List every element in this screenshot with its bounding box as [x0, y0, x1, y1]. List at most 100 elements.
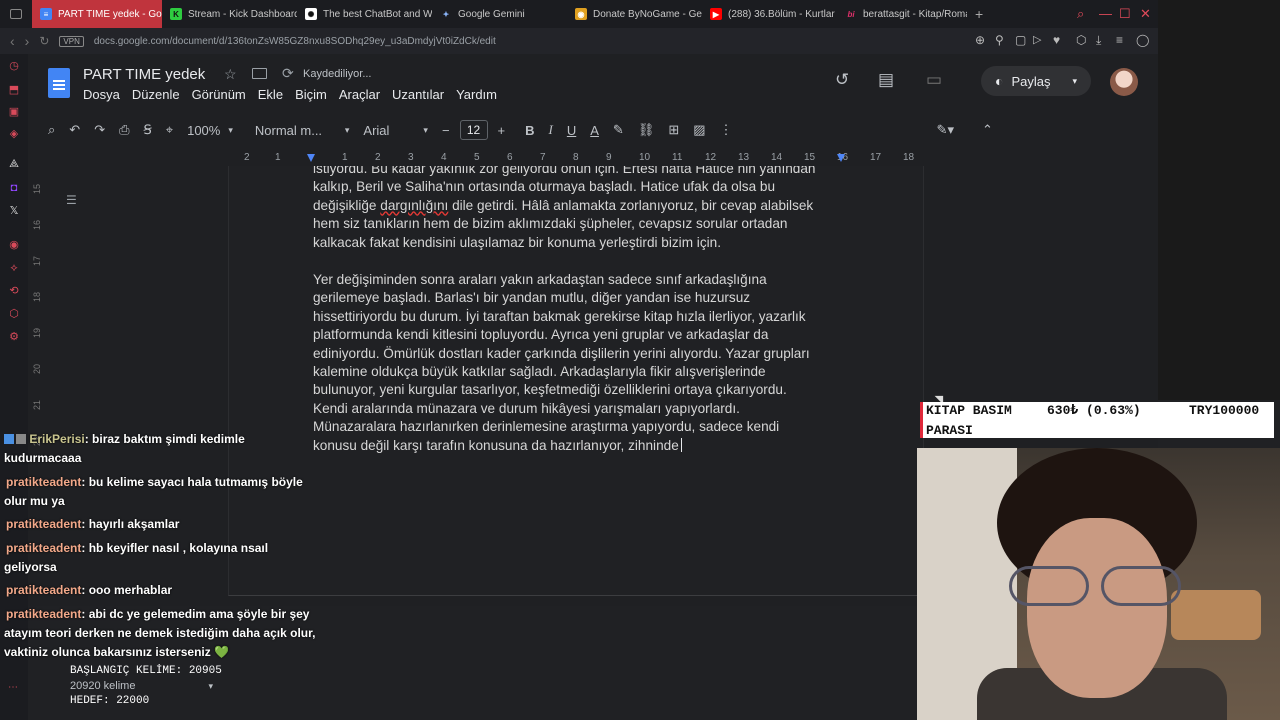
move-folder-icon[interactable] [252, 68, 267, 79]
menu-file[interactable]: Dosya [83, 87, 120, 102]
extensions-icon[interactable]: ⬡ [1076, 33, 1086, 47]
webcam-glasses [1009, 566, 1184, 611]
webcam-basket [1171, 590, 1261, 640]
close-icon[interactable]: ✕ [1140, 6, 1151, 22]
tab-chatgpt[interactable]: ✺ The best ChatBot and W [297, 0, 432, 28]
minimize-icon[interactable]: — [1099, 6, 1112, 21]
highlight-icon[interactable]: ✎ [613, 122, 624, 138]
comments-icon[interactable]: ▤ [878, 70, 894, 90]
avatar[interactable] [1110, 68, 1138, 96]
increase-font-icon[interactable]: + [498, 123, 506, 138]
player-icon[interactable]: ▷ [1033, 33, 1041, 46]
docs-word-count[interactable]: 20920 kelime ▾ [70, 679, 222, 694]
bookmark-heart-icon[interactable]: ♥ [1053, 33, 1060, 47]
chat-text: : biraz baktım şimdi kedimle [84, 432, 245, 446]
menu-help[interactable]: Yardım [456, 87, 497, 102]
more-options-icon[interactable]: ⋮ [720, 122, 733, 138]
tab-gemini[interactable]: ✦ Google Gemini [432, 0, 567, 28]
sidebar-cube-icon[interactable]: ⬡ [8, 308, 20, 320]
meet-icon[interactable]: ▭ [926, 70, 942, 90]
sidebar-ai-icon[interactable]: ⟁ [8, 158, 20, 170]
decrease-font-icon[interactable]: − [442, 123, 450, 138]
back-icon[interactable]: ‹ [10, 33, 15, 49]
tab-bynogame[interactable]: ◉ Donate ByNoGame - Gele [567, 0, 702, 28]
text-line: hem siz tanıkların hem de bizim aklımızd… [313, 216, 788, 232]
document-page[interactable]: istiyordu. Bu kadar yakınlık zor geliyor… [228, 166, 924, 596]
new-tab-button[interactable]: + [967, 0, 991, 28]
sidebar-x-icon[interactable]: 𝕏 [8, 205, 20, 217]
undo-icon[interactable]: ↶ [69, 122, 80, 138]
editing-mode-icon[interactable]: ✎▾ [937, 122, 954, 138]
menu-bar: Dosya Düzenle Görünüm Ekle Biçim Araçlar… [83, 87, 509, 102]
tab-kick[interactable]: K Stream - Kick Dashboard [162, 0, 297, 28]
sidebar-bag-icon[interactable]: ⬒ [8, 84, 20, 96]
sidebar-clock-icon[interactable]: ◷ [8, 60, 20, 72]
bold-icon[interactable]: B [525, 123, 534, 138]
paragraph-1: istiyordu. Bu kadar yakınlık zor geliyor… [313, 166, 833, 252]
chat-username: pratikteadent [6, 517, 82, 531]
sidebar-pin-icon[interactable]: ⟡ [8, 262, 20, 274]
italic-icon[interactable]: I [549, 122, 553, 138]
font-size-input[interactable]: 12 [459, 120, 488, 140]
insert-image-icon[interactable]: ▨ [693, 122, 705, 138]
zoom-icon[interactable]: ⊕ [975, 33, 985, 47]
sidebar-messenger-icon[interactable]: ◈ [8, 128, 20, 140]
underline-icon[interactable]: U [567, 123, 576, 138]
chat-text: : hb keyifler nasıl , kolayına nsaıl [81, 541, 269, 555]
spellcheck-icon[interactable]: Ꞩ [144, 122, 152, 138]
text-fragment: değişikliğe [313, 197, 377, 213]
text-color-icon[interactable]: A [590, 123, 599, 138]
download-icon[interactable]: ⤓ [1096, 33, 1101, 48]
text-cursor [680, 437, 682, 452]
menu-edit[interactable]: Düzenle [132, 87, 180, 102]
workspace-icon[interactable] [0, 0, 32, 28]
link-icon[interactable]: ⛓ [638, 122, 655, 138]
menu-format[interactable]: Biçim [295, 87, 327, 102]
paint-format-icon[interactable]: ⌖ [166, 122, 173, 138]
easy-setup-icon[interactable]: ≡ [1116, 33, 1123, 47]
tab-youtube[interactable]: ▶ (288) 36.Bölüm - Kurtlar [702, 0, 837, 28]
print-icon[interactable]: ⎙ [119, 122, 129, 138]
menu-tools[interactable]: Araçlar [339, 87, 380, 102]
redo-icon[interactable]: ↷ [94, 122, 105, 138]
document-title[interactable]: PART TIME yedek [83, 66, 205, 83]
sidebar-chat-icon[interactable]: ▣ [8, 106, 20, 118]
reload-icon[interactable]: ↻ [39, 34, 49, 48]
tab-bi[interactable]: bi berattasgit - Kitap/Roman [837, 0, 967, 28]
add-comment-icon[interactable]: ⊞ [668, 122, 679, 138]
menu-extensions[interactable]: Uzantılar [392, 87, 444, 102]
tab-part-time[interactable]: ≡PART TIME yedek - Google [32, 0, 162, 28]
sidebar-history-icon[interactable]: ⟲ [8, 285, 20, 297]
maximize-icon[interactable]: ☐ [1119, 6, 1131, 22]
menu-insert[interactable]: Ekle [258, 87, 283, 102]
history-icon[interactable]: ↺ [835, 70, 849, 90]
search-menus-icon[interactable]: ⌕ [48, 122, 55, 138]
vertical-ruler-tick: 16 [32, 219, 43, 231]
save-status: Kaydediliyor... [303, 68, 372, 80]
profile-icon[interactable]: ◯ [1136, 33, 1149, 47]
collapse-menus-icon[interactable]: ⌃ [982, 122, 993, 138]
docs-logo-icon[interactable] [48, 68, 70, 98]
style-select[interactable]: Normal m... [255, 123, 345, 138]
star-icon[interactable]: ☆ [224, 66, 237, 83]
sidebar-settings-icon[interactable]: ⚙ [8, 331, 20, 343]
sidebar-player-icon[interactable]: ◉ [8, 239, 20, 251]
url-field[interactable]: docs.google.com/document/d/136tonZsW85GZ… [94, 36, 496, 47]
spelling-error[interactable]: dargınlığını [380, 198, 448, 213]
font-select[interactable]: Arial [363, 123, 423, 138]
search-icon[interactable]: ⌕ [1077, 6, 1084, 22]
zoom-select[interactable]: 100% [187, 123, 220, 138]
vpn-badge[interactable]: VPN [59, 35, 84, 47]
sidebar-twitch-icon[interactable]: ◘ [8, 182, 20, 194]
pin-icon[interactable]: ⚲ [995, 33, 1004, 47]
text-line: platformunda kendi kitlesini topluyordu.… [313, 327, 769, 343]
forward-icon[interactable]: › [25, 33, 30, 49]
outline-icon[interactable]: ☰ [66, 193, 77, 207]
ruler-tick: 10 [639, 152, 651, 163]
sidebar-more-icon[interactable]: ⋯ [8, 682, 18, 693]
share-button[interactable]: ◐ Paylaş ▾ [981, 66, 1091, 96]
snapshot-icon[interactable]: ▢ [1015, 33, 1026, 47]
menu-view[interactable]: Görünüm [192, 87, 246, 102]
text-fragment: konusu değil karşı tarafın konusuna da h… [313, 437, 679, 453]
chat-message: pratikteadent: hayırlı akşamlar [4, 515, 324, 534]
